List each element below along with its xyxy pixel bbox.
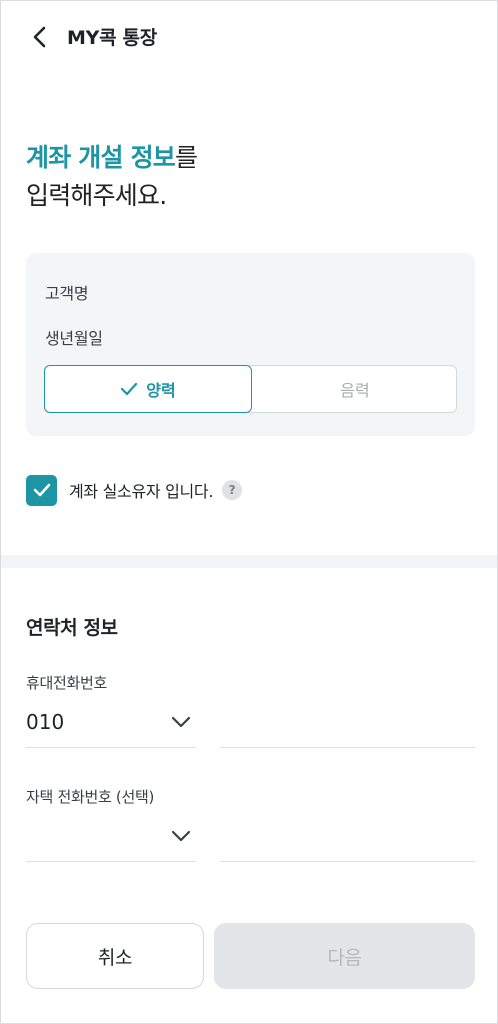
chevron-down-icon (171, 716, 191, 728)
app-header: MY콕 통장 (1, 1, 497, 73)
headline-accent-suffix: 를 (175, 143, 198, 172)
next-button[interactable]: 다음 (214, 923, 475, 989)
solar-option-label: 양력 (146, 381, 176, 400)
owner-checkbox[interactable] (26, 474, 57, 506)
calendar-type-toggle: 양력 음력 (44, 365, 457, 413)
customer-name-label: 고객명 (45, 284, 89, 303)
screen: MY콕 통장 계좌 개설 정보를 입력해주세요. 고객명 생년월일 양력 음력 … (0, 0, 498, 1024)
cancel-button[interactable]: 취소 (26, 923, 204, 989)
mobile-phone-label: 휴대전화번호 (26, 674, 108, 692)
contact-section-title: 연락처 정보 (26, 617, 118, 639)
lunar-option-label: 음력 (340, 381, 370, 400)
mobile-prefix-select[interactable]: 010 (26, 702, 196, 748)
check-icon (121, 382, 138, 396)
birth-date-label: 생년월일 (45, 329, 103, 348)
mobile-number-input[interactable] (220, 702, 475, 748)
headline-line2: 입력해주세요. (26, 181, 167, 210)
lunar-option[interactable]: 음력 (252, 365, 458, 413)
home-phone-label: 자택 전화번호 (선택) (26, 788, 155, 806)
chevron-down-icon (171, 830, 191, 842)
section-divider (1, 555, 497, 568)
solar-option[interactable]: 양력 (44, 365, 252, 413)
checkmark-icon (33, 483, 50, 497)
owner-confirm-row: 계좌 실소유자 입니다. ? (26, 474, 243, 506)
home-prefix-select[interactable] (26, 816, 196, 862)
mobile-prefix-value: 010 (26, 710, 65, 734)
page-title: MY콕 통장 (67, 27, 157, 49)
chevron-left-icon (33, 26, 46, 48)
headline: 계좌 개설 정보를 입력해주세요. (26, 139, 198, 215)
customer-info-card: 고객명 생년월일 양력 음력 (26, 253, 475, 436)
home-number-input[interactable] (220, 816, 475, 862)
headline-accent: 계좌 개설 정보 (26, 143, 176, 172)
owner-confirm-label: 계좌 실소유자 입니다. (69, 482, 214, 501)
help-icon[interactable]: ? (222, 480, 243, 500)
back-button[interactable] (23, 21, 59, 53)
